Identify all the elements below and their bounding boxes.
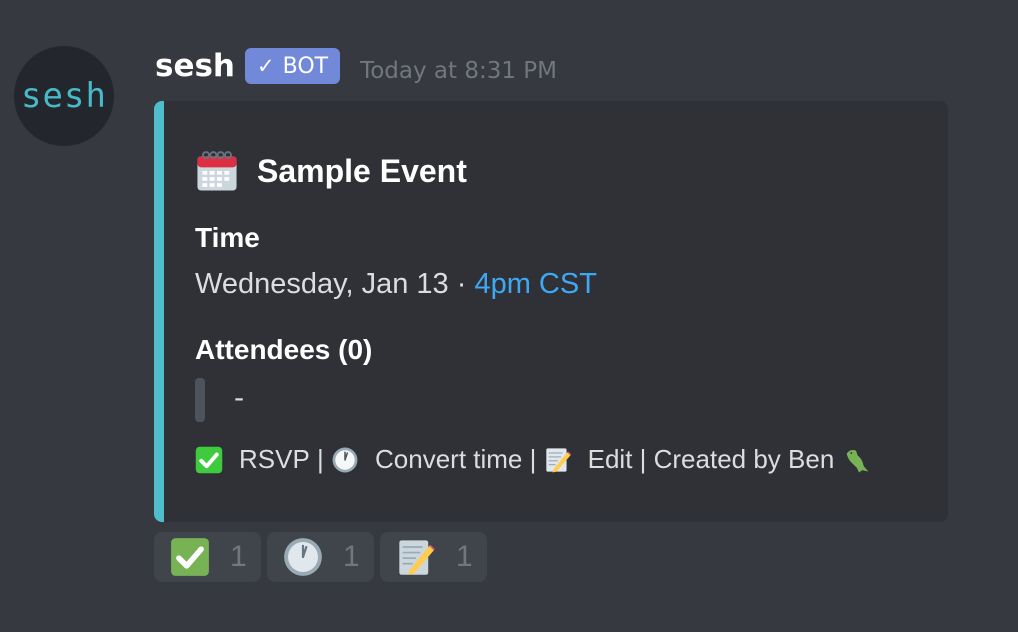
memo-icon [399,540,435,575]
field-name-attendees: Attendees (0) [195,334,373,365]
event-title: Sample Event [257,152,467,189]
avatar[interactable]: sesh [14,46,114,146]
embed-footer: RSVP | Convert time | Edit | Created by … [195,444,870,475]
calendar-icon [197,151,237,191]
footer-separator: | [522,444,544,474]
convert-time-label: Convert time [375,444,523,474]
created-by-label: Created by Ben [653,444,835,474]
separator-dot: · [448,268,475,300]
event-embed: Sample Event Time Wednesday, Jan 13 · 4p… [154,101,948,522]
reaction-count: 1 [230,540,247,573]
attendees-value: - [234,381,245,414]
t-rex-icon [846,449,869,472]
field-name-time: Time [195,222,260,253]
event-date: Wednesday, Jan 13 [195,268,449,300]
embed-accent-bar [154,101,164,522]
avatar-text: sesh [21,76,107,116]
footer-separator: | [309,444,332,474]
rsvp-label: RSVP [239,444,310,474]
embed-title: Sample Event [195,149,467,193]
reaction-clock[interactable]: 1 [267,532,374,582]
reaction-count: 1 [343,540,360,573]
timestamp[interactable]: Today at 8:31 PM [360,58,557,84]
memo-icon [545,447,571,472]
white-check-mark-icon [171,538,209,576]
field-value-time: Wednesday, Jan 13 · 4pm CST [195,268,597,301]
white-check-mark-icon [195,446,223,473]
clock-icon [332,447,358,472]
edit-label: Edit [587,444,633,474]
blockquote-bar [195,378,205,422]
verified-check-icon: ✓ [257,54,275,78]
footer-separator: | [632,444,654,474]
reaction-count: 1 [456,540,473,573]
time-link[interactable]: 4pm CST [474,268,596,300]
reactions-bar: 1 1 1 [154,532,487,582]
bot-badge-label: BOT [282,53,329,79]
message-header: sesh ✓ BOT Today at 8:31 PM [155,48,557,84]
username[interactable]: sesh [155,48,235,84]
reaction-memo[interactable]: 1 [380,532,487,582]
bot-badge: ✓ BOT [245,48,341,84]
clock-icon [284,538,322,576]
reaction-check[interactable]: 1 [154,532,261,582]
